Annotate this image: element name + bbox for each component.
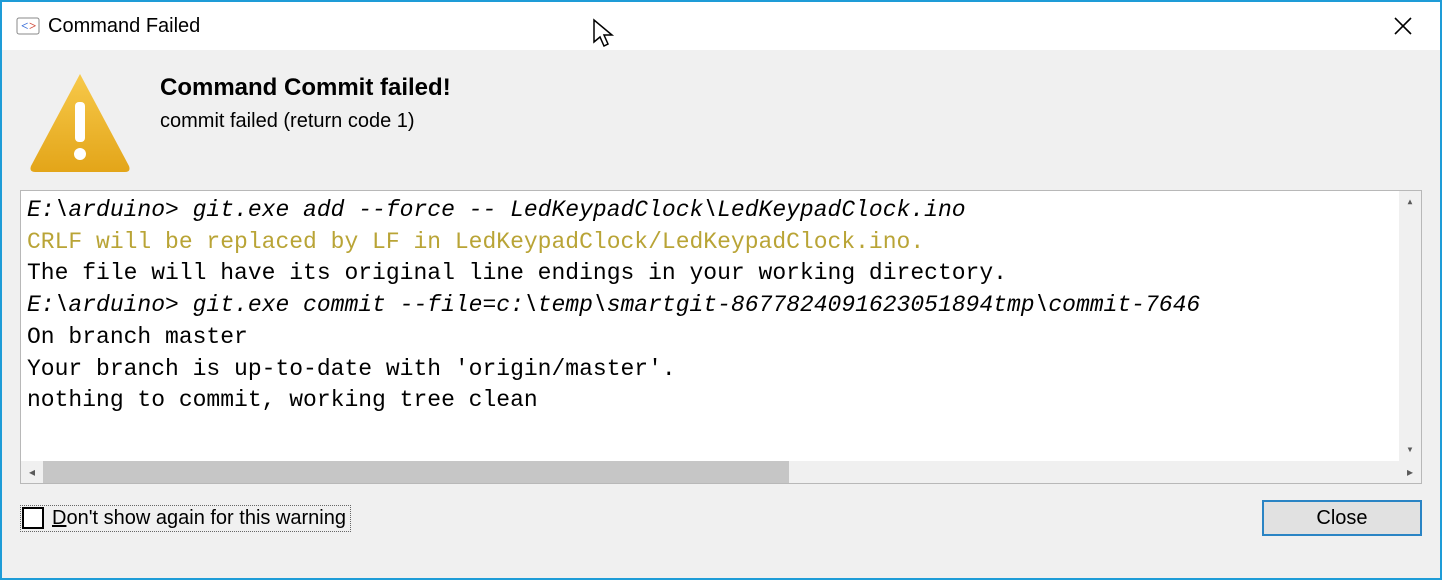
console-line: E:\arduino> git.exe commit --file=c:\tem… (27, 290, 1415, 322)
console-line: On branch master (27, 322, 1415, 354)
console-line: nothing to commit, working tree clean (27, 385, 1415, 417)
svg-text:>: > (29, 18, 36, 33)
warning-icon (20, 68, 140, 178)
vertical-scrollbar[interactable]: ▴ ▾ (1399, 191, 1421, 461)
horizontal-scrollbar[interactable]: ◂ ▸ (21, 461, 1421, 483)
close-icon (1394, 17, 1412, 35)
window-close-button[interactable] (1380, 10, 1426, 42)
title-bar: < > Command Failed (2, 2, 1440, 50)
console-line: CRLF will be replaced by LF in LedKeypad… (27, 227, 1415, 259)
dont-show-again-checkbox[interactable]: Don't show again for this warning (20, 505, 351, 532)
close-button[interactable]: Close (1262, 500, 1422, 536)
horizontal-scroll-track[interactable] (43, 461, 1399, 483)
error-title: Command Commit failed! (160, 74, 451, 102)
window-title: Command Failed (48, 15, 200, 38)
console-line: The file will have its original line end… (27, 258, 1415, 290)
scroll-right-arrow-icon[interactable]: ▸ (1399, 461, 1421, 483)
dialog-window: < > Command Failed (0, 0, 1442, 580)
console-line: Your branch is up-to-date with 'origin/m… (27, 354, 1415, 386)
header-text: Command Commit failed! commit failed (re… (140, 68, 451, 133)
console-panel: E:\arduino> git.exe add --force -- LedKe… (20, 190, 1422, 484)
checkbox-box-icon[interactable] (22, 507, 44, 529)
vertical-scroll-track[interactable] (1399, 213, 1421, 439)
error-subtitle: commit failed (return code 1) (160, 110, 451, 133)
header-row: Command Commit failed! commit failed (re… (20, 50, 1422, 190)
mouse-cursor-icon (592, 18, 616, 50)
app-icon: < > (16, 14, 40, 38)
dialog-content: Command Commit failed! commit failed (re… (2, 50, 1440, 578)
scroll-down-arrow-icon[interactable]: ▾ (1399, 439, 1421, 461)
scroll-left-arrow-icon[interactable]: ◂ (21, 461, 43, 483)
checkbox-label: Don't show again for this warning (52, 507, 346, 530)
svg-text:<: < (21, 18, 28, 33)
console-output[interactable]: E:\arduino> git.exe add --force -- LedKe… (21, 191, 1421, 461)
horizontal-scroll-thumb[interactable] (43, 461, 789, 483)
footer-row: Don't show again for this warning Close (20, 484, 1422, 536)
scroll-up-arrow-icon[interactable]: ▴ (1399, 191, 1421, 213)
console-line: E:\arduino> git.exe add --force -- LedKe… (27, 195, 1415, 227)
